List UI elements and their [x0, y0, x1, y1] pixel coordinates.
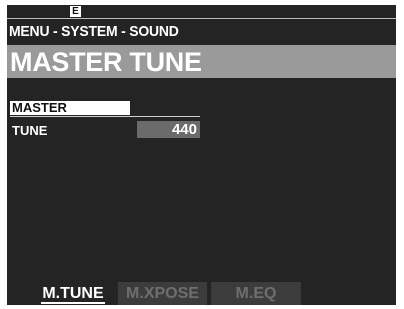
tab-m-tune[interactable]: M.TUNE	[33, 282, 113, 305]
tab-label-m-eq: M.EQ	[235, 285, 277, 302]
page-title: MASTER TUNE	[10, 47, 202, 77]
header-divider	[7, 18, 396, 19]
tune-value: 440	[171, 121, 197, 138]
tab-label-m-tune: M.TUNE	[41, 285, 105, 304]
param-label-master[interactable]: MASTER	[12, 100, 67, 116]
param-divider	[10, 116, 200, 117]
param-label-tune[interactable]: TUNE	[12, 123, 47, 139]
page-title-bar: MASTER TUNE	[7, 45, 396, 78]
tune-value-field[interactable]: 440	[137, 121, 200, 138]
tab-label-m-xpose: M.XPOSE	[126, 285, 199, 302]
device-bezel: E MENU - SYSTEM - SOUND MASTER TUNE MAST…	[0, 0, 404, 309]
breadcrumb: MENU - SYSTEM - SOUND	[9, 23, 179, 40]
display-screen: E MENU - SYSTEM - SOUND MASTER TUNE MAST…	[7, 5, 396, 305]
tab-m-xpose[interactable]: M.XPOSE	[118, 282, 207, 305]
edit-indicator: E	[70, 6, 81, 17]
tab-m-eq[interactable]: M.EQ	[211, 282, 301, 305]
